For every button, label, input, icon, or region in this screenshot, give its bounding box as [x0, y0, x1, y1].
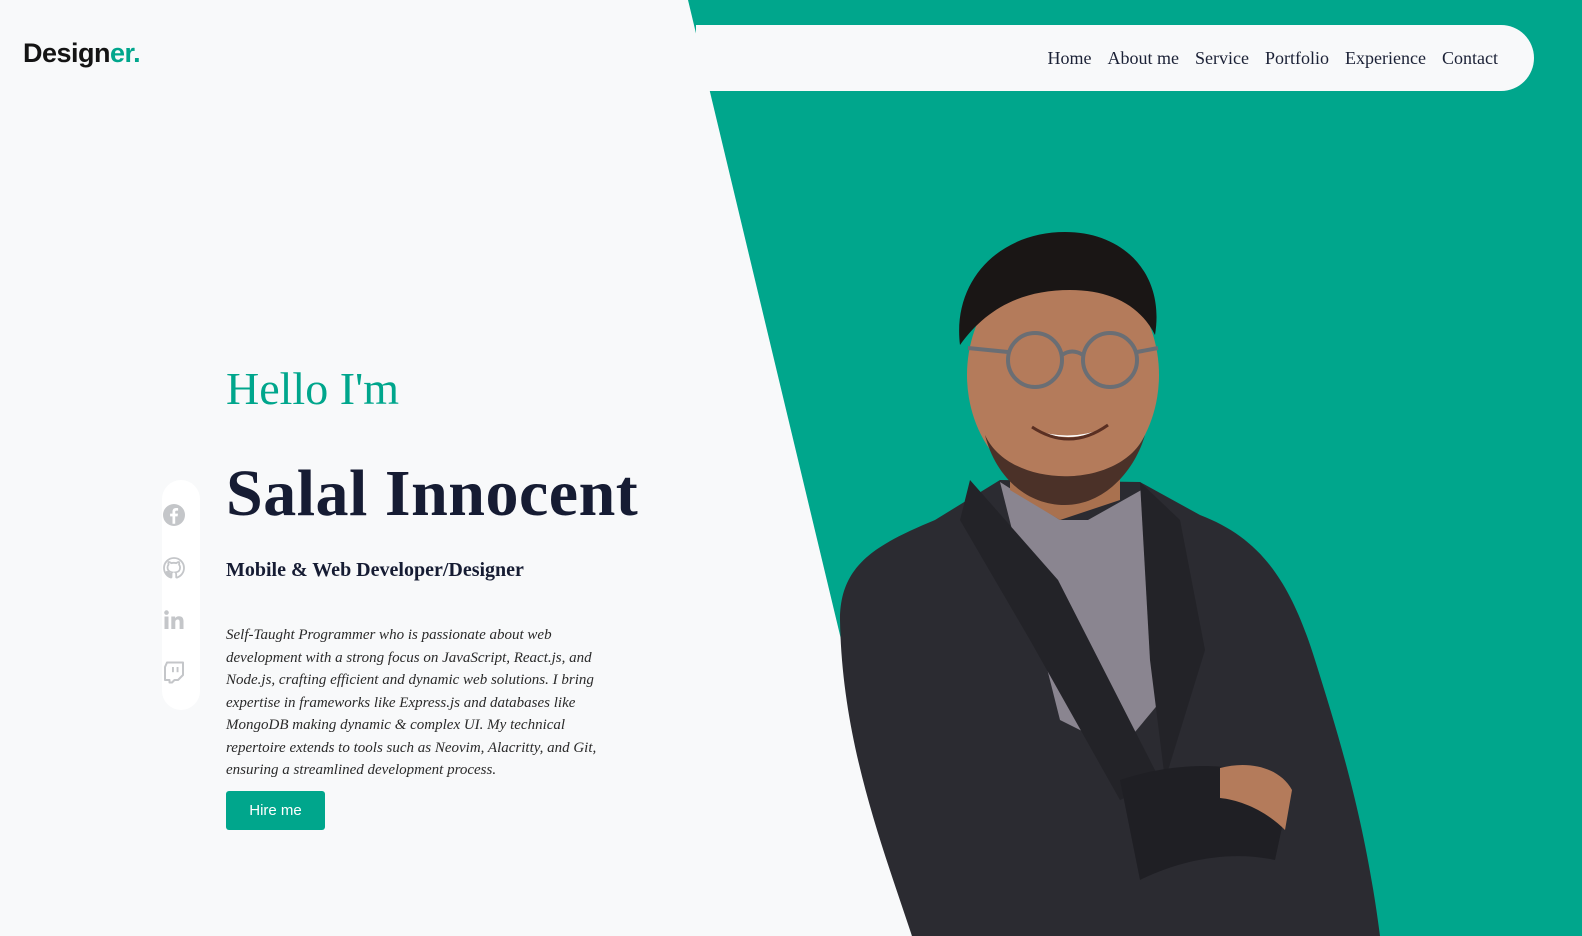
nav-link-experience[interactable]: Experience	[1345, 48, 1426, 69]
logo-accent-text: er.	[110, 38, 141, 68]
nav-link-service[interactable]: Service	[1195, 48, 1249, 69]
hero-role: Mobile & Web Developer/Designer	[226, 559, 524, 581]
nav-menu: Home About me Service Portfolio Experien…	[1048, 25, 1498, 91]
logo-text: Design	[23, 38, 111, 68]
nav-link-about[interactable]: About me	[1108, 48, 1180, 69]
github-icon[interactable]	[162, 556, 186, 580]
nav-link-portfolio[interactable]: Portfolio	[1265, 48, 1329, 69]
hire-me-button[interactable]: Hire me	[226, 791, 325, 830]
hero-bio: Self-Taught Programmer who is passionate…	[226, 627, 597, 778]
linkedin-icon[interactable]	[162, 608, 186, 632]
profile-photo	[840, 232, 1380, 936]
twitch-icon[interactable]	[162, 660, 186, 684]
hero-greeting: Hello I'm	[226, 363, 400, 414]
hero-name: Salal Innocent	[226, 457, 639, 530]
social-links-bar	[162, 480, 200, 710]
nav-link-contact[interactable]: Contact	[1442, 48, 1498, 69]
site-logo[interactable]: Designer.	[23, 38, 141, 69]
navbar: Home About me Service Portfolio Experien…	[696, 25, 1534, 91]
facebook-icon[interactable]	[162, 503, 186, 527]
nav-link-home[interactable]: Home	[1048, 48, 1092, 69]
